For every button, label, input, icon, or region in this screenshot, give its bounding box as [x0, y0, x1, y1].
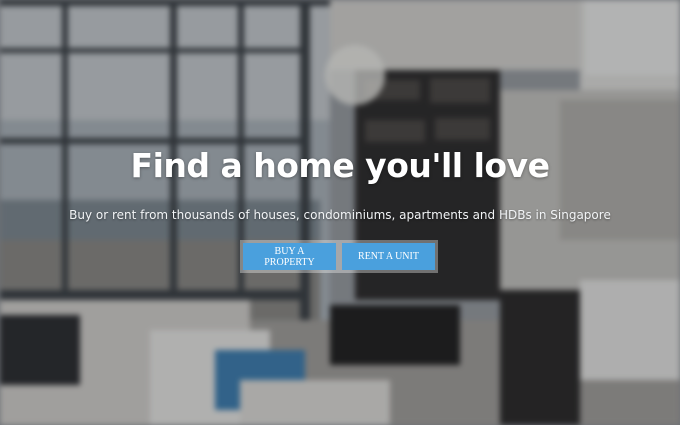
hero-title: Find a home you'll love: [130, 146, 550, 185]
action-buttons: BUY A PROPERTY RENT A UNIT: [240, 240, 438, 273]
buy-property-button[interactable]: BUY A PROPERTY: [243, 243, 336, 270]
hero-subtitle: Buy or rent from thousands of houses, co…: [69, 208, 611, 222]
hero-content: Find a home you'll love Buy or rent from…: [0, 146, 680, 222]
hero-section: Find a home you'll love Buy or rent from…: [0, 0, 680, 425]
rent-unit-button[interactable]: RENT A UNIT: [342, 243, 435, 270]
